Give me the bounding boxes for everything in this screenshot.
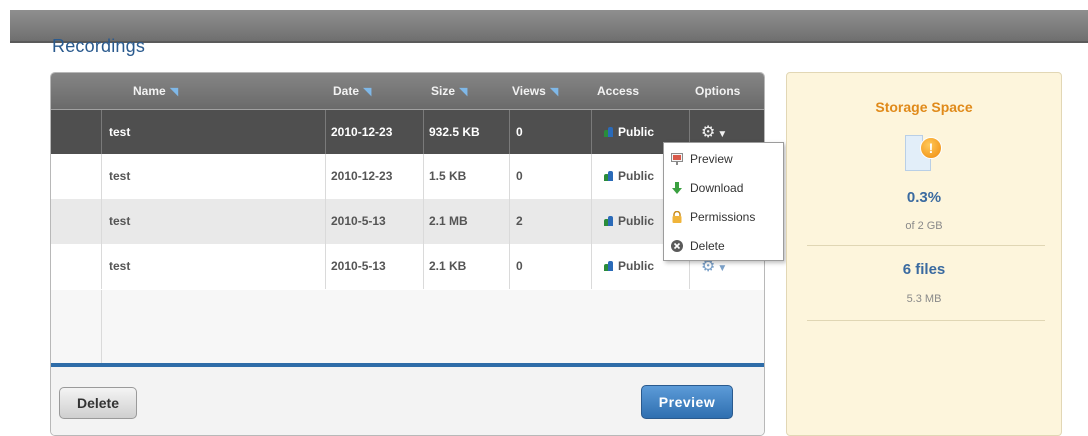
storage-percent: 0.3%: [906, 189, 942, 206]
public-users-icon: [604, 171, 613, 181]
table-empty-area: [51, 290, 764, 363]
column-divider: [325, 110, 326, 155]
row-views: 2: [516, 214, 523, 228]
row-access: Public: [604, 110, 654, 155]
row-name: test: [109, 214, 131, 228]
menu-item-permissions[interactable]: Permissions: [664, 203, 783, 232]
table-row[interactable]: test 2010-12-23 1.5 KB 0 Public ⚙▼: [51, 154, 764, 199]
column-divider: [591, 154, 592, 199]
public-users-icon: [604, 261, 613, 271]
column-divider: [509, 199, 510, 244]
divider: [807, 245, 1045, 246]
row-name: test: [109, 169, 131, 183]
menu-item-delete[interactable]: Delete: [664, 232, 783, 261]
column-divider: [325, 154, 326, 199]
download-arrow-icon: [672, 182, 682, 194]
table-row[interactable]: test 2010-5-13 2.1 MB 2 Public ⚙▼: [51, 199, 764, 244]
row-views: 0: [516, 125, 523, 139]
row-access: Public: [604, 154, 654, 199]
public-users-icon: [604, 127, 613, 137]
preview-icon: [671, 153, 683, 165]
recordings-panel: Name ◥ Date ◥ Size ◥ Views ◥ Access Options …: [50, 72, 765, 436]
storage-panel: Storage Space ! 0.3% of 2 GB 6 files 5.3…: [786, 72, 1062, 436]
column-divider: [101, 290, 102, 363]
row-date: 2010-12-23: [331, 125, 393, 139]
divider: [807, 320, 1045, 321]
chevron-down-icon: ▼: [717, 263, 728, 274]
options-dropdown-menu: Preview Download Permissions Delete: [663, 142, 784, 261]
sort-arrow-icon: ◥: [459, 86, 468, 98]
gear-icon: ⚙: [701, 124, 716, 141]
page-title: Recordings: [52, 36, 146, 56]
delete-button[interactable]: Delete: [59, 387, 137, 419]
public-users-icon: [604, 216, 613, 226]
column-divider: [509, 154, 510, 199]
column-header-options: Options: [695, 84, 741, 98]
column-header-views[interactable]: Views ◥: [512, 73, 558, 109]
files-count: 6 files: [902, 261, 946, 278]
column-divider: [325, 199, 326, 244]
row-size: 932.5 KB: [429, 125, 480, 139]
row-size: 1.5 KB: [429, 169, 467, 183]
chevron-down-icon: ▼: [717, 129, 728, 140]
top-bar: [10, 10, 1088, 43]
row-name: test: [109, 259, 131, 273]
column-divider: [101, 110, 102, 155]
column-divider: [325, 244, 326, 289]
column-divider: [423, 154, 424, 199]
column-divider: [591, 199, 592, 244]
column-divider: [101, 199, 102, 244]
column-header-access: Access: [597, 84, 640, 98]
row-name: test: [109, 125, 131, 139]
column-header-size[interactable]: Size ◥: [431, 73, 467, 109]
lock-icon: [672, 211, 682, 223]
table-row[interactable]: test 2010-5-13 2.1 KB 0 Public ⚙ ▼: [51, 244, 764, 289]
column-divider: [101, 244, 102, 289]
row-date: 2010-5-13: [331, 214, 386, 228]
row-access: Public: [604, 244, 654, 289]
sort-arrow-icon: ◥: [363, 86, 372, 98]
column-divider: [591, 244, 592, 289]
row-date: 2010-12-23: [331, 169, 393, 183]
warning-icon: !: [920, 137, 942, 159]
column-divider: [509, 110, 510, 155]
sort-arrow-icon: ◥: [169, 86, 179, 98]
column-divider: [423, 199, 424, 244]
table-footer: Delete Preview: [51, 367, 764, 435]
column-header-date[interactable]: Date ◥: [333, 73, 371, 109]
column-header-name[interactable]: Name ◥: [133, 73, 178, 109]
row-size: 2.1 KB: [429, 259, 467, 273]
files-size: 5.3 MB: [906, 293, 942, 305]
storage-quota: of 2 GB: [905, 220, 943, 232]
column-divider: [423, 244, 424, 289]
row-date: 2010-5-13: [331, 259, 386, 273]
column-divider: [423, 110, 424, 155]
table-header: Name ◥ Date ◥ Size ◥ Views ◥ Access Options: [51, 73, 764, 109]
row-size: 2.1 MB: [429, 214, 468, 228]
column-divider: [509, 244, 510, 289]
row-views: 0: [516, 259, 523, 273]
sort-arrow-icon: ◥: [549, 86, 559, 98]
row-access: Public: [604, 199, 654, 244]
row-views: 0: [516, 169, 523, 183]
menu-item-download[interactable]: Download: [664, 174, 783, 203]
column-divider: [101, 154, 102, 199]
storage-title: Storage Space: [875, 99, 973, 115]
menu-item-preview[interactable]: Preview: [664, 145, 783, 174]
preview-button[interactable]: Preview: [641, 385, 733, 419]
column-divider: [591, 110, 592, 155]
table-row[interactable]: test 2010-12-23 932.5 KB 0 Public ⚙ ▼: [51, 109, 764, 155]
delete-x-icon: [671, 240, 683, 252]
